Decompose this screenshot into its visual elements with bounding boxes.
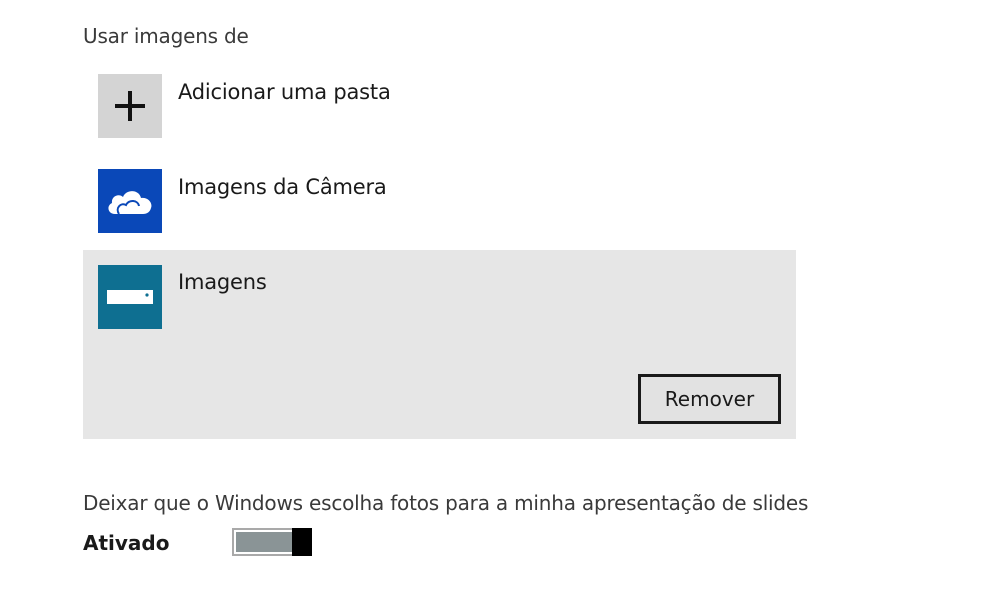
plus-icon [98, 74, 162, 138]
folder-item-pictures[interactable]: Imagens Remover [83, 250, 796, 439]
toggle-thumb[interactable] [292, 528, 312, 556]
drive-icon [98, 265, 162, 329]
section-title: Usar imagens de [83, 24, 249, 48]
folder-item-camera[interactable]: Imagens da Câmera [83, 165, 796, 237]
toggle-track [236, 532, 292, 552]
remove-button[interactable]: Remover [638, 374, 781, 424]
slideshow-toggle[interactable] [232, 528, 312, 556]
folder-label-camera: Imagens da Câmera [178, 175, 387, 199]
add-folder-label: Adicionar uma pasta [178, 80, 391, 104]
onedrive-cloud-icon [98, 169, 162, 233]
slideshow-setting-label: Deixar que o Windows escolha fotos para … [83, 491, 809, 515]
add-folder-item[interactable]: Adicionar uma pasta [83, 70, 796, 142]
photos-settings-panel: Usar imagens de Adicionar uma pasta Imag… [0, 0, 984, 589]
folder-label-pictures: Imagens [178, 270, 267, 294]
toggle-state-label: Ativado [83, 531, 170, 555]
